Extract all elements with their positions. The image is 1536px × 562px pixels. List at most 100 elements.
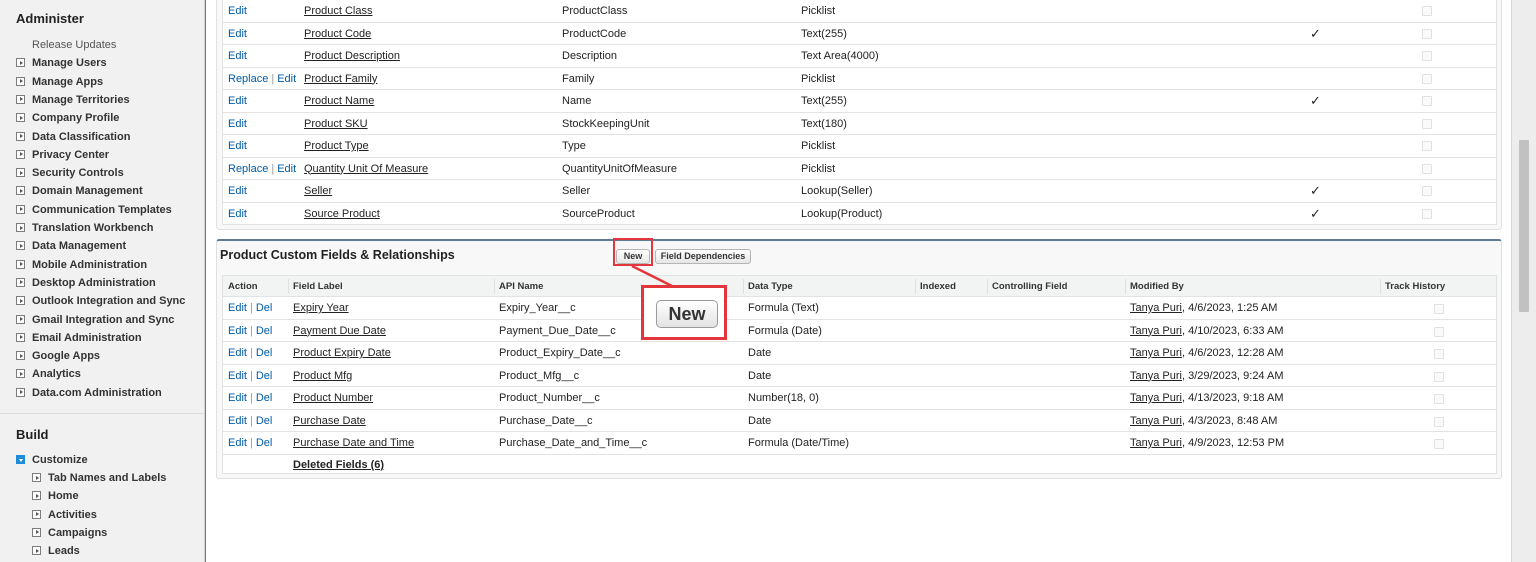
- field-label-link[interactable]: Product Family: [304, 68, 377, 90]
- callout-new-button: New: [656, 300, 718, 328]
- field-label-link[interactable]: Product SKU: [304, 113, 368, 135]
- field-name: Name: [562, 95, 592, 107]
- sidebar-item[interactable]: Data Management: [16, 237, 126, 255]
- edit-link[interactable]: Edit: [228, 325, 247, 337]
- edit-link[interactable]: Edit: [277, 163, 296, 175]
- edit-link[interactable]: Edit: [228, 370, 247, 382]
- user-link[interactable]: Tanya Puri: [1130, 392, 1182, 404]
- track-history-checkbox: [1434, 439, 1444, 449]
- setup-sidebar: Administer Release Updates Manage Users Ma…: [0, 0, 205, 562]
- sidebar-item[interactable]: Tab Names and Labels: [32, 469, 166, 487]
- field-label-link[interactable]: Product Code: [304, 23, 371, 45]
- sidebar-item[interactable]: Release Updates: [32, 36, 116, 54]
- sidebar-item[interactable]: Mobile Administration: [16, 256, 147, 274]
- sidebar-item[interactable]: Analytics: [16, 365, 81, 383]
- field-label-link[interactable]: Product Type: [304, 135, 369, 157]
- replace-link[interactable]: Replace: [228, 163, 268, 175]
- delete-link[interactable]: Del: [256, 370, 273, 382]
- field-label-link[interactable]: Source Product: [304, 203, 380, 225]
- column-header: Data Type: [748, 281, 793, 292]
- sidebar-item[interactable]: Outlook Integration and Sync: [16, 292, 185, 310]
- sidebar-item[interactable]: Manage Apps: [16, 73, 103, 91]
- edit-link[interactable]: Edit: [228, 185, 247, 197]
- sidebar-item-label: Data Classification: [32, 130, 131, 143]
- field-label-link[interactable]: Product Name: [304, 90, 374, 112]
- sidebar-item[interactable]: Company Profile: [16, 109, 119, 127]
- data-type: Number(18, 0): [748, 392, 819, 404]
- edit-link[interactable]: Edit: [228, 437, 247, 449]
- sidebar-item[interactable]: Security Controls: [16, 164, 124, 182]
- field-label-link[interactable]: Payment Due Date: [293, 320, 386, 342]
- sidebar-item[interactable]: Manage Users: [16, 54, 107, 72]
- edit-link[interactable]: Edit: [228, 118, 247, 130]
- sidebar-item[interactable]: Privacy Center: [16, 146, 109, 164]
- user-link[interactable]: Tanya Puri: [1130, 437, 1182, 449]
- edit-link[interactable]: Edit: [228, 302, 247, 314]
- edit-link[interactable]: Edit: [228, 28, 247, 40]
- sidebar-item[interactable]: Translation Workbench: [16, 219, 153, 237]
- edit-link[interactable]: Edit: [228, 415, 247, 427]
- sidebar-item[interactable]: Campaigns: [32, 524, 107, 542]
- sidebar-item[interactable]: Gmail Integration and Sync: [16, 311, 174, 329]
- sidebar-item[interactable]: Manage Territories: [16, 91, 130, 109]
- delete-link[interactable]: Del: [256, 415, 273, 427]
- edit-link[interactable]: Edit: [228, 208, 247, 220]
- field-label-link[interactable]: Product Number: [293, 387, 373, 409]
- new-button-callout: New: [641, 285, 727, 340]
- field-label-link[interactable]: Seller: [304, 180, 332, 202]
- user-link[interactable]: Tanya Puri: [1130, 325, 1182, 337]
- delete-link[interactable]: Del: [256, 302, 273, 314]
- table-row: Edit | Del Product Mfg Product_Mfg__c Date Tan…: [223, 365, 1496, 387]
- edit-link[interactable]: Edit: [228, 392, 247, 404]
- field-label-link[interactable]: Quantity Unit Of Measure: [304, 158, 428, 180]
- field-label-link[interactable]: Purchase Date and Time: [293, 432, 414, 454]
- deleted-fields-link[interactable]: Deleted Fields (6): [293, 454, 384, 476]
- sidebar-item-label: Customize: [32, 454, 88, 466]
- sidebar-item[interactable]: Leads: [32, 542, 80, 560]
- sidebar-item[interactable]: Data.com Administration: [16, 384, 162, 402]
- field-label-link[interactable]: Product Mfg: [293, 365, 352, 387]
- sidebar-item-label: Communication Templates: [32, 203, 172, 216]
- action-cell: Edit: [228, 180, 247, 202]
- sidebar-item[interactable]: Email Administration: [16, 329, 142, 347]
- user-link[interactable]: Tanya Puri: [1130, 415, 1182, 427]
- edit-link[interactable]: Edit: [228, 140, 247, 152]
- new-button[interactable]: New: [616, 249, 650, 264]
- sidebar-item[interactable]: Activities: [32, 506, 97, 524]
- edit-link[interactable]: Edit: [228, 50, 247, 62]
- sidebar-item[interactable]: Data Classification: [16, 128, 130, 146]
- sidebar-item[interactable]: Communication Templates: [16, 201, 172, 219]
- expand-icon: [16, 369, 25, 379]
- delete-link[interactable]: Del: [256, 347, 273, 359]
- replace-link[interactable]: Replace: [228, 73, 268, 85]
- field-label-link[interactable]: Product Expiry Date: [293, 342, 391, 364]
- edit-link[interactable]: Edit: [228, 95, 247, 107]
- field-label-link[interactable]: Purchase Date: [293, 410, 366, 432]
- scrollbar-thumb[interactable]: [1519, 140, 1529, 312]
- api-name: Purchase_Date_and_Time__c: [499, 437, 648, 449]
- sidebar-item[interactable]: Desktop Administration: [16, 274, 156, 292]
- edit-link[interactable]: Edit: [228, 347, 247, 359]
- user-link[interactable]: Tanya Puri: [1130, 347, 1182, 359]
- field-dependencies-button[interactable]: Field Dependencies: [655, 249, 751, 264]
- field-label-link[interactable]: Expiry Year: [293, 297, 349, 319]
- modified-date: , 4/9/2023, 12:53 PM: [1181, 437, 1285, 449]
- column-header: Modified By: [1130, 281, 1184, 292]
- field-label-link[interactable]: Product Class: [304, 0, 372, 22]
- delete-link[interactable]: Del: [256, 392, 273, 404]
- sidebar-item[interactable]: Google Apps: [16, 347, 100, 365]
- api-name: Product_Expiry_Date__c: [499, 347, 621, 359]
- sidebar-item[interactable]: Domain Management: [16, 182, 143, 200]
- user-link[interactable]: Tanya Puri: [1130, 370, 1182, 382]
- table-row: Edit | Del Purchase Date and Time Purchase_D…: [223, 432, 1496, 455]
- column-divider: [743, 279, 744, 294]
- edit-link[interactable]: Edit: [228, 5, 247, 17]
- sidebar-item-customize[interactable]: Customize: [16, 451, 88, 469]
- delete-link[interactable]: Del: [256, 325, 273, 337]
- edit-link[interactable]: Edit: [277, 73, 296, 85]
- sidebar-item[interactable]: Home: [32, 487, 79, 505]
- delete-link[interactable]: Del: [256, 437, 273, 449]
- field-label-link[interactable]: Product Description: [304, 45, 400, 67]
- user-link[interactable]: Tanya Puri: [1130, 302, 1182, 314]
- expand-icon: [16, 296, 25, 306]
